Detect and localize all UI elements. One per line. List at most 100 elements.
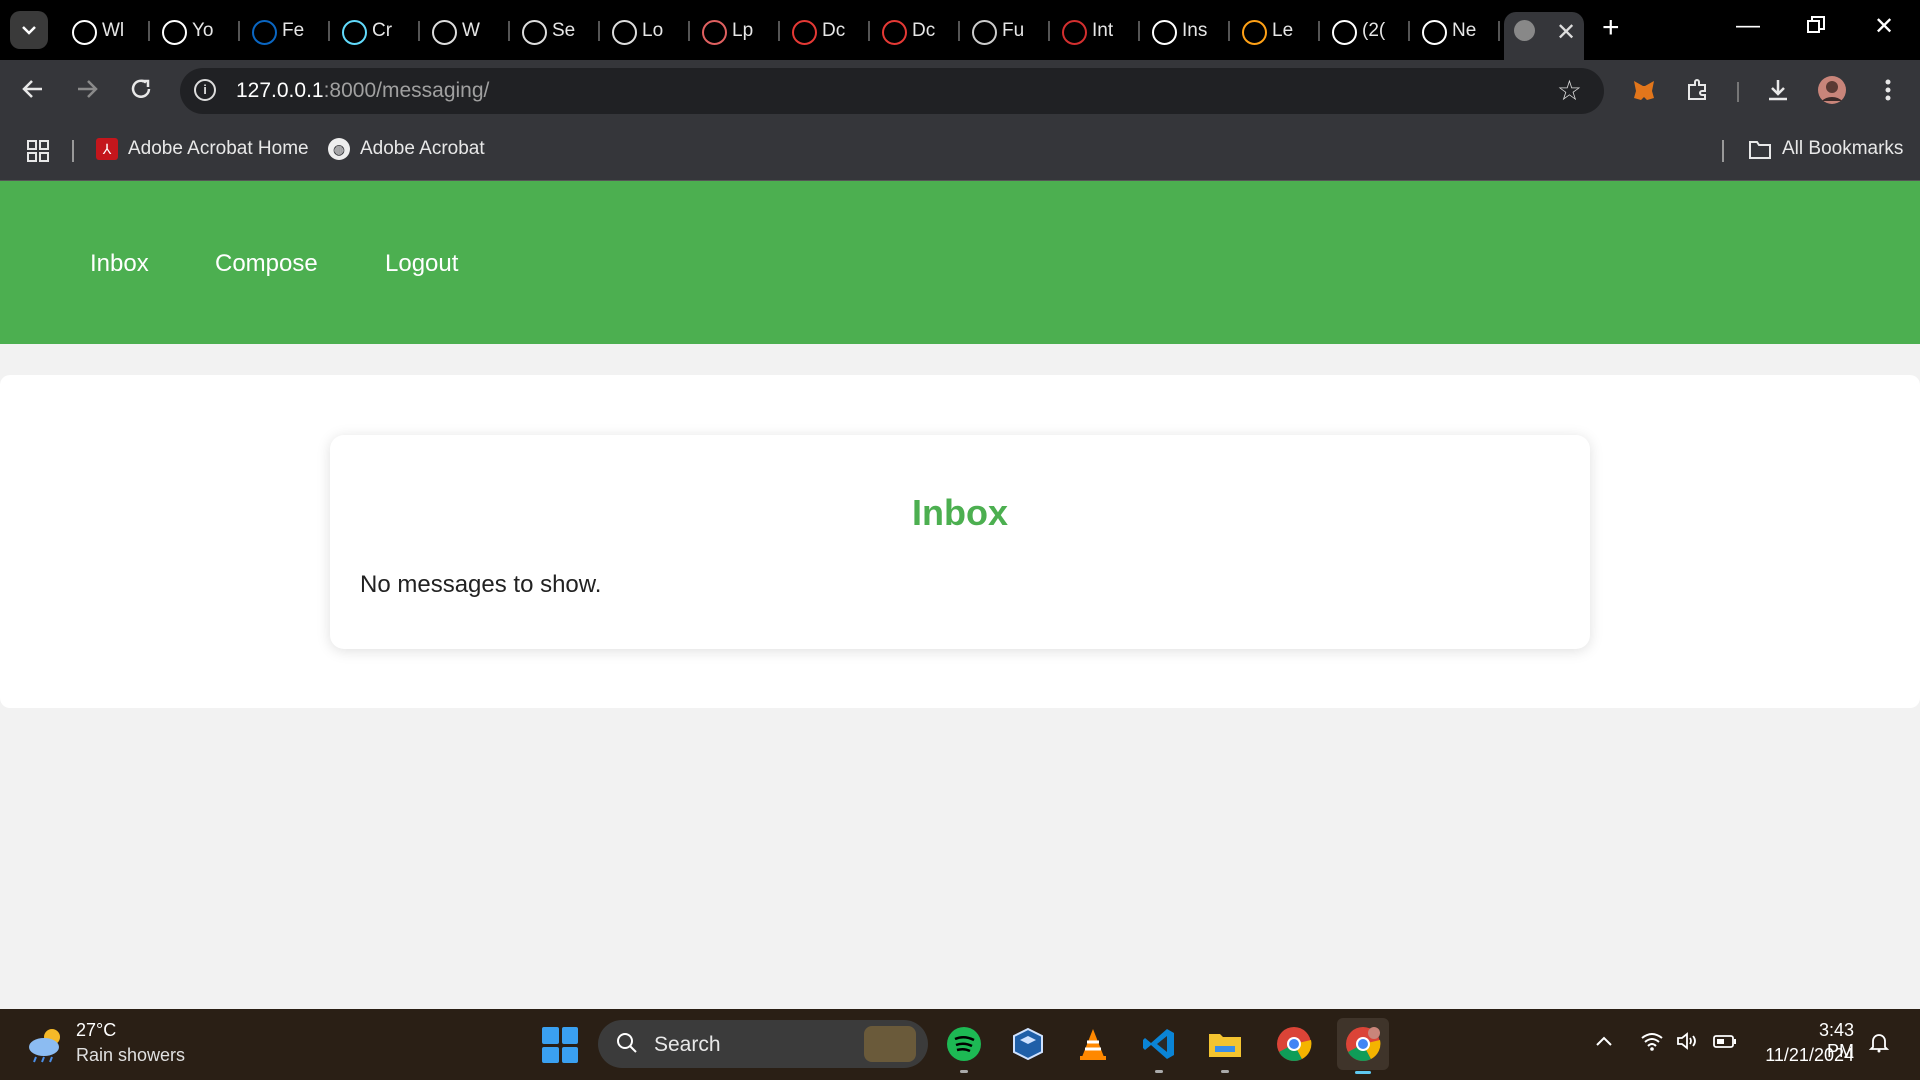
chrome-profile-app-icon[interactable] [1337, 1018, 1389, 1074]
bookmark-label: Adobe Acrobat [360, 138, 485, 159]
browser-tab[interactable]: Dc [780, 13, 870, 47]
tab-title: Dc [822, 20, 846, 41]
battery-icon[interactable] [1712, 1031, 1738, 1057]
globe-icon [612, 20, 637, 45]
weather-description[interactable]: Rain showers [76, 1045, 185, 1066]
volume-icon[interactable] [1676, 1031, 1700, 1057]
browser-tab[interactable]: Yo [150, 13, 240, 47]
browser-tab[interactable]: Cr [330, 13, 420, 47]
lp-icon [702, 20, 727, 45]
globe-icon [1514, 20, 1535, 41]
nav-logout-link[interactable]: Logout [385, 250, 458, 278]
chrome-icon [72, 20, 97, 45]
page-viewport: Inbox Compose Logout Inbox No messages t… [0, 181, 1920, 1009]
weather-temperature[interactable]: 27°C [76, 1020, 116, 1041]
adobe-acrobat-icon: ⅄ [96, 138, 118, 160]
github-icon [162, 20, 187, 45]
globe-icon [522, 20, 547, 45]
tab-title: Fe [282, 20, 305, 41]
forward-button[interactable] [74, 76, 100, 109]
start-button[interactable] [542, 1027, 578, 1063]
browser-tab[interactable]: Ins [1140, 13, 1230, 47]
react-icon [342, 20, 367, 45]
tab-title: W [462, 20, 480, 41]
download-icon[interactable] [1762, 74, 1794, 106]
browser-tab[interactable]: Lo [600, 13, 690, 47]
profile-avatar[interactable] [1816, 74, 1848, 106]
weather-rain-icon[interactable] [26, 1025, 66, 1063]
tab-title: Dc [912, 20, 936, 41]
browser-tab[interactable]: Fe [240, 13, 330, 47]
bookmark-label: Adobe Acrobat Home [128, 138, 309, 159]
restore-icon[interactable] [1806, 14, 1826, 42]
arrow-right-icon [78, 80, 98, 98]
tab-title: Cr [372, 20, 393, 41]
tab-separator [1498, 21, 1500, 41]
chrome-icon [1422, 20, 1447, 45]
tab-title: Lp [732, 20, 754, 41]
vscode-app-icon[interactable] [1138, 1023, 1180, 1073]
back-button[interactable] [20, 76, 46, 109]
browser-tab[interactable]: Wl [60, 13, 150, 47]
browser-tab[interactable]: Le [1230, 13, 1320, 47]
bookmark-adobe-acrobat[interactable]: ◍ Adobe Acrobat [328, 138, 485, 160]
clock-date[interactable]: 11/21/2024 [1758, 1045, 1854, 1066]
new-tab-button[interactable]: + [1602, 11, 1620, 45]
inbox-card: Inbox No messages to show. [330, 435, 1590, 649]
browser-tab[interactable]: Dc [870, 13, 960, 47]
tab-title: Lo [642, 20, 664, 41]
address-bar[interactable]: i 127.0.0.1:8000/messaging/ ☆ [180, 68, 1604, 114]
linkedin-icon [252, 20, 277, 45]
tab-title: Ne [1452, 20, 1477, 41]
arc-icon [1062, 20, 1087, 45]
extensions-icon[interactable] [1682, 74, 1714, 106]
chrome-app-icon[interactable] [1273, 1023, 1315, 1065]
close-tab-icon[interactable]: ✕ [1556, 18, 1576, 47]
gmail-icon [792, 20, 817, 45]
gmail-icon [882, 20, 907, 45]
browser-toolbar: i 127.0.0.1:8000/messaging/ ☆ [0, 60, 1920, 120]
browser-tab[interactable]: Se [510, 13, 600, 47]
openai-icon [1152, 20, 1177, 45]
chevron-up-icon[interactable] [1594, 1031, 1614, 1057]
more-menu-icon[interactable] [1872, 74, 1904, 106]
notification-bell-icon[interactable] [1868, 1031, 1890, 1059]
tab-active[interactable]: ✕ [1504, 12, 1584, 60]
browser-tab[interactable]: (2( [1320, 13, 1410, 47]
browser-tab[interactable]: Lp [690, 13, 780, 47]
browser-tab[interactable]: Ne [1410, 13, 1500, 47]
apps-grid-icon[interactable] [26, 139, 50, 163]
nav-compose-link[interactable]: Compose [215, 250, 318, 278]
bookmark-star-icon[interactable]: ☆ [1557, 74, 1582, 107]
spotify-app-icon[interactable] [943, 1023, 985, 1073]
tab-title: Fu [1002, 20, 1025, 41]
all-bookmarks-button[interactable]: All Bookmarks [1748, 138, 1903, 160]
main-container: Inbox No messages to show. [0, 375, 1920, 708]
tab-title: Le [1272, 20, 1294, 41]
file-explorer-app-icon[interactable] [1204, 1023, 1246, 1073]
wifi-icon[interactable] [1640, 1031, 1664, 1057]
taskbar-search[interactable]: Search [598, 1020, 928, 1068]
tab-strip: Wl Yo Fe Cr W Se Lo Lp Dc Dc Fu Int Ins Le (2( Ne ✕ + —… [0, 0, 1920, 60]
browser-tab[interactable]: Fu [960, 13, 1050, 47]
nav-inbox-link[interactable]: Inbox [90, 250, 149, 278]
empty-state-message: No messages to show. [360, 571, 602, 598]
browser-tab[interactable]: Int [1050, 13, 1140, 47]
tab-search-button[interactable] [10, 11, 48, 49]
url-text[interactable]: 127.0.0.1:8000/messaging/ [236, 79, 489, 103]
browser-tab[interactable]: W [420, 13, 510, 47]
minimize-icon[interactable]: — [1736, 12, 1760, 40]
bookmark-divider [1722, 140, 1724, 162]
x-icon [1332, 20, 1357, 45]
taskbar: 27°C Rain showers Search 3:43 PM 11/21/2… [0, 1009, 1920, 1080]
bookmark-adobe-acrobat-home[interactable]: ⅄ Adobe Acrobat Home [96, 138, 309, 160]
tab-title: Yo [192, 20, 214, 41]
search-icon [616, 1032, 638, 1060]
metamask-icon[interactable] [1628, 74, 1660, 106]
vlc-app-icon[interactable] [1072, 1023, 1114, 1065]
virtualbox-app-icon[interactable] [1007, 1023, 1049, 1065]
arrow-left-icon [22, 80, 42, 98]
reload-button[interactable] [128, 76, 154, 109]
close-window-icon[interactable]: ✕ [1874, 12, 1894, 41]
site-info-icon[interactable]: i [194, 79, 216, 101]
